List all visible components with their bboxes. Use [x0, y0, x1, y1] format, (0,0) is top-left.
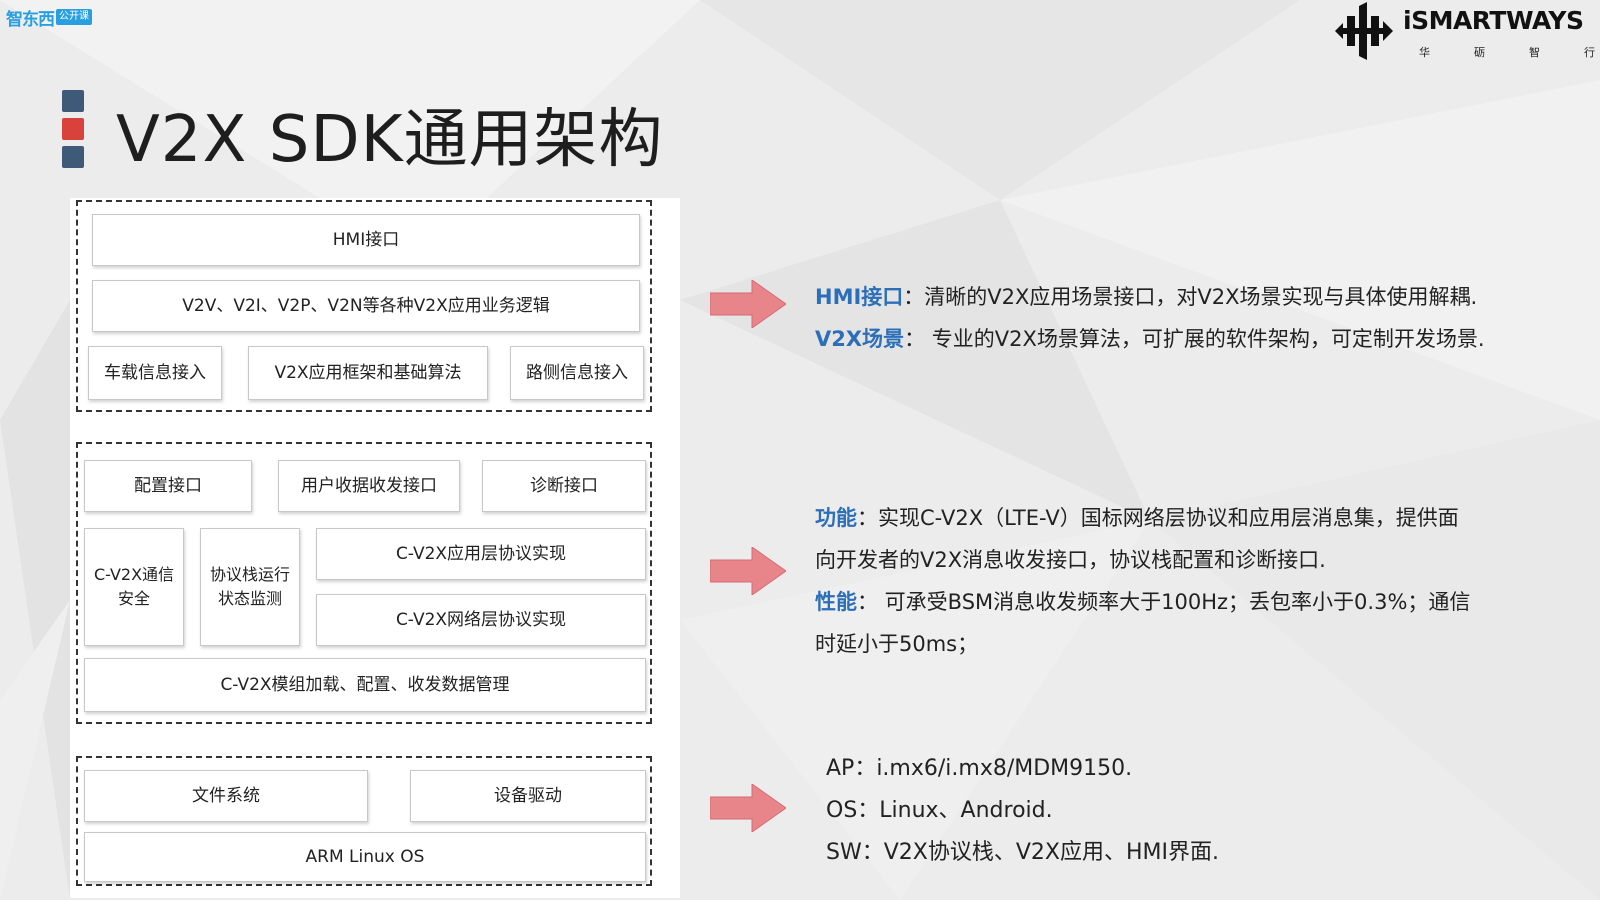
desc-sw-line: SW：V2X协议栈、V2X应用、HMI界面. — [826, 840, 1219, 865]
cv2x-network-protocol-box: C-V2X网络层协议实现 — [316, 594, 646, 646]
desc-line: V2X场景： 专业的V2X场景算法，可扩展的软件架构，可定制开发场景. — [815, 318, 1485, 360]
desc-ap-line: AP：i.mx6/i.mx8/MDM9150. — [826, 756, 1133, 781]
filesystem-box: 文件系统 — [84, 770, 368, 822]
arrow-right-icon — [710, 280, 786, 328]
desc-line: 功能：实现C-V2X（LTE-V）国标网络层协议和应用层消息集，提供面 — [815, 497, 1470, 539]
roadside-info-box: 路侧信息接入 — [510, 346, 644, 400]
vehicle-info-box: 车载信息接入 — [88, 346, 222, 400]
brand-sub-char: 智 — [1529, 46, 1540, 59]
desc-keyword: HMI接口 — [815, 285, 904, 309]
brand-subtitle: 华 砺 智 行 — [1419, 44, 1595, 60]
title-square-top — [62, 90, 84, 112]
v2x-framework-box: V2X应用框架和基础算法 — [248, 346, 488, 400]
desc-keyword: 性能 — [815, 590, 857, 614]
desc-line: 性能： 可承受BSM消息收发频率大于100Hz；丢包率小于0.3%；通信 — [815, 581, 1470, 623]
stack-description: 功能：实现C-V2X（LTE-V）国标网络层协议和应用层消息集，提供面 向开发者… — [815, 497, 1470, 665]
desc-text: ：清晰的V2X应用场景接口，对V2X场景实现与具体使用解耦. — [903, 285, 1478, 309]
arrow-right-icon — [710, 784, 786, 832]
desc-line: 时延小于50ms； — [815, 632, 979, 656]
diagnostic-interface-box: 诊断接口 — [482, 460, 646, 512]
desc-text: ： 专业的V2X场景算法，可扩展的软件架构，可定制开发场景. — [904, 327, 1485, 351]
config-interface-box: 配置接口 — [84, 460, 252, 512]
zhidongxi-logo-tag: 公开课 — [56, 9, 92, 25]
hmi-v2x-description: HMI接口：清晰的V2X应用场景接口，对V2X场景实现与具体使用解耦. V2X场… — [815, 276, 1485, 360]
stack-monitor-box: 协议栈运行状态监测 — [200, 528, 300, 646]
brand-sub-char: 华 — [1419, 46, 1430, 59]
brand-sub-char: 行 — [1584, 46, 1595, 59]
platform-description: AP：i.mx6/i.mx8/MDM9150. OS：Linux、Android… — [826, 748, 1219, 874]
cv2x-module-management-box: C-V2X模组加载、配置、收发数据管理 — [84, 658, 646, 712]
cv2x-app-protocol-box: C-V2X应用层协议实现 — [316, 528, 646, 580]
device-driver-box: 设备驱动 — [410, 770, 646, 822]
title-marker — [62, 90, 86, 174]
desc-text: ： 可承受BSM消息收发频率大于100Hz；丢包率小于0.3%；通信 — [857, 590, 1471, 614]
brand-sub-char: 砺 — [1474, 46, 1485, 59]
zhidongxi-logo-text: 智东西 — [6, 9, 55, 30]
arrow-right-icon — [710, 547, 786, 595]
zhidongxi-logo: 智东西 公开课 — [6, 6, 92, 30]
brand-name: iSMARTWAYS — [1403, 6, 1584, 35]
desc-line: HMI接口：清晰的V2X应用场景接口，对V2X场景实现与具体使用解耦. — [815, 276, 1485, 318]
desc-keyword: V2X场景 — [815, 327, 905, 351]
ismartways-logo: iSMARTWAYS 华 砺 智 行 — [1333, 2, 1598, 60]
page-title: V2X SDK通用架构 — [116, 103, 664, 177]
title-square-bottom — [62, 146, 84, 168]
desc-text: ：实现C-V2X（LTE-V）国标网络层协议和应用层消息集，提供面 — [857, 506, 1459, 530]
desc-keyword: 功能 — [815, 506, 857, 530]
title-square-middle — [62, 118, 84, 140]
user-data-interface-box: 用户收据收发接口 — [278, 460, 460, 512]
ismartways-mark-icon — [1335, 2, 1393, 60]
cv2x-security-box: C-V2X通信安全 — [84, 528, 184, 646]
desc-line: 向开发者的V2X消息收发接口，协议栈配置和诊断接口. — [815, 548, 1326, 572]
desc-os-line: OS：Linux、Android. — [826, 798, 1053, 823]
architecture-diagram: HMI接口 V2V、V2I、V2P、V2N等各种V2X应用业务逻辑 车载信息接入… — [70, 198, 680, 898]
hmi-interface-box: HMI接口 — [92, 214, 640, 266]
v2x-business-logic-box: V2V、V2I、V2P、V2N等各种V2X应用业务逻辑 — [92, 280, 640, 332]
arm-linux-os-box: ARM Linux OS — [84, 832, 646, 882]
